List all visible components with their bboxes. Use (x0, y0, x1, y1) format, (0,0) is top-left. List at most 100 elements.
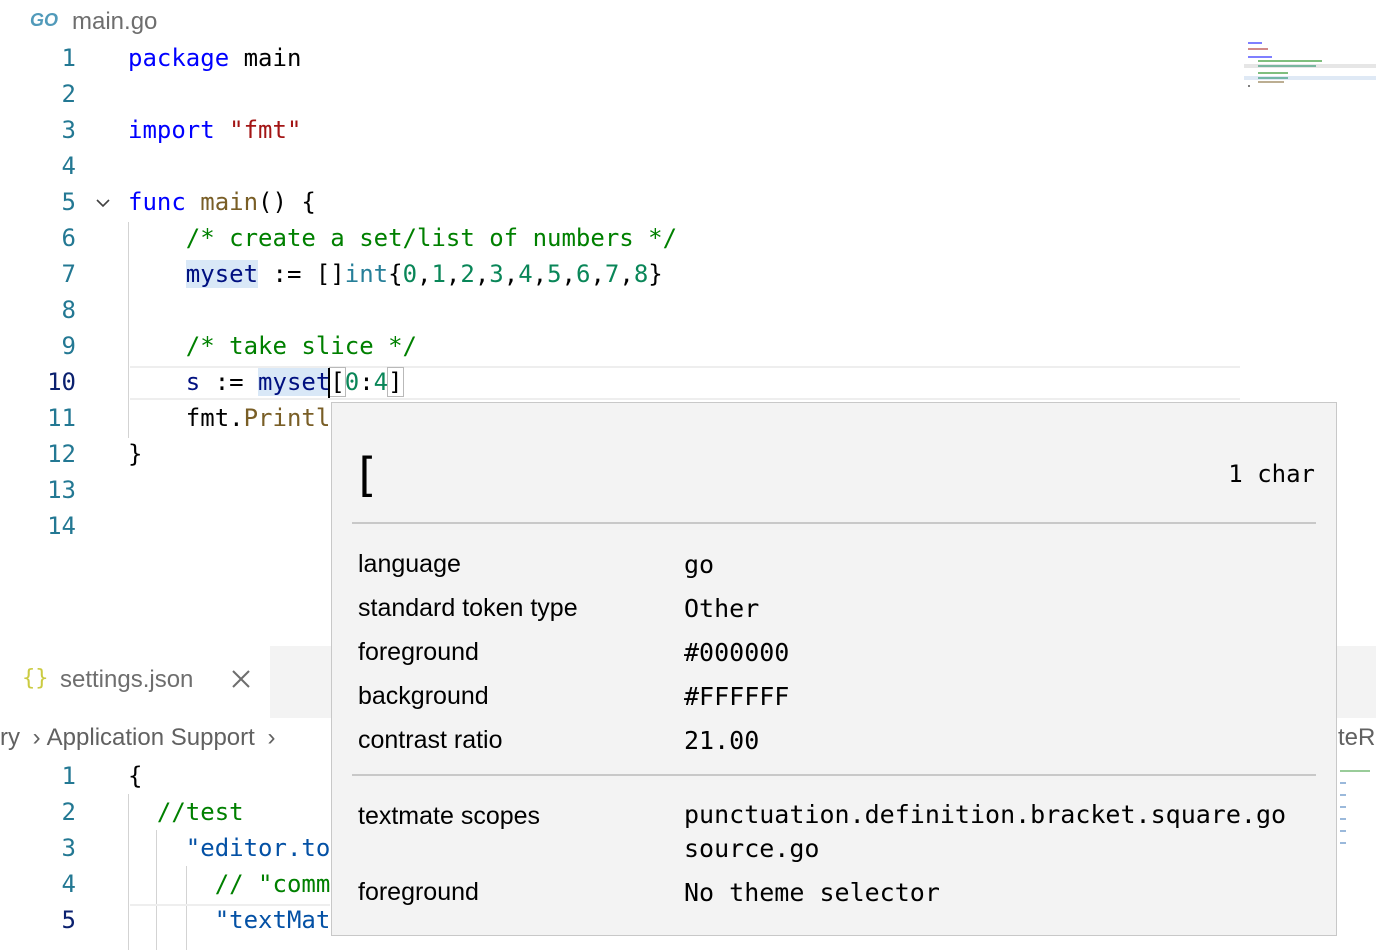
tab-main-go[interactable]: main.go (72, 8, 157, 36)
string-literal: "fmt" (229, 116, 302, 144)
text-cursor (328, 368, 330, 398)
number: 0 (402, 260, 418, 288)
brace: { (388, 260, 403, 288)
property-label: foreground (358, 638, 479, 666)
line-number: 1 (61, 44, 76, 72)
line-number: 11 (47, 404, 76, 432)
property-label: textmate scopes (358, 802, 541, 830)
property-label: contrast ratio (358, 726, 503, 754)
code-line[interactable]: /* take slice */ (128, 332, 417, 360)
line-number: 7 (61, 260, 76, 288)
breadcrumb-item[interactable]: ry (0, 724, 20, 751)
property-value: No theme selector (684, 878, 940, 907)
divider (352, 522, 1316, 524)
tab-label[interactable]: settings.json (60, 666, 193, 694)
property-label: language (358, 550, 461, 578)
brace: } (128, 440, 143, 468)
line-number: 4 (61, 152, 76, 180)
property-label: foreground (358, 878, 479, 906)
divider (352, 774, 1316, 776)
textmate-scope: punctuation.definition.bracket.square.go (684, 800, 1287, 829)
breadcrumb-item[interactable]: Application Support (47, 724, 255, 751)
property-label: background (358, 682, 489, 710)
brace: { (128, 762, 143, 790)
token-length: 1 char (1228, 460, 1315, 488)
line-number: 2 (61, 80, 76, 108)
comment: //test (156, 798, 244, 826)
property-value: Other (684, 594, 760, 623)
bracket-match: ] (387, 367, 404, 397)
code-line[interactable]: { (128, 762, 142, 790)
variable-highlighted: myset (185, 260, 259, 288)
code-text: := [] (258, 260, 345, 288)
code-text: main (229, 44, 302, 72)
property-value: 21.00 (684, 726, 760, 755)
code-line[interactable]: import "fmt" (128, 116, 301, 144)
property-label: standard token type (358, 594, 578, 622)
chevron-right-icon: › (267, 724, 276, 751)
number: 4 (373, 368, 389, 396)
code-line-current[interactable]: "textMat (128, 906, 331, 934)
function-name: Printl (243, 404, 331, 432)
code-text: () { (258, 188, 316, 216)
go-file-icon: GO (30, 10, 59, 30)
number: 0 (344, 368, 360, 396)
line-number: 3 (61, 116, 76, 144)
variable: s (185, 368, 201, 396)
line-number: 3 (61, 834, 76, 862)
package-name: fmt. (185, 404, 244, 432)
line-number-active: 5 (61, 906, 76, 934)
function-name: main (200, 188, 259, 216)
token-char: [ (352, 448, 380, 502)
code-line[interactable]: myset := []int{0,1,2,3,4,5,6,7,8} (128, 260, 663, 288)
line-number: 9 (61, 332, 76, 360)
code-line[interactable]: func main() { (128, 188, 316, 216)
breadcrumb-item[interactable]: teRu (1338, 724, 1376, 752)
json-braces-icon: {} (22, 666, 49, 691)
minimap[interactable] (1338, 768, 1376, 858)
chevron-down-icon[interactable] (96, 196, 110, 210)
number: 7 (604, 260, 620, 288)
comment: // "comm (214, 870, 331, 898)
code-line[interactable]: // "comm (128, 870, 331, 898)
line-number: 5 (61, 188, 76, 216)
minimap[interactable] (1244, 40, 1376, 110)
brace: } (648, 260, 663, 288)
line-number: 14 (47, 512, 76, 540)
comment: /* take slice */ (185, 332, 417, 360)
number: 5 (547, 260, 562, 288)
number: 4 (518, 260, 533, 288)
keyword: func (128, 188, 186, 216)
type-name: int (344, 260, 389, 288)
breadcrumb: ry › Application Support › (0, 724, 281, 760)
code-line[interactable]: "editor.to (128, 834, 331, 862)
code-line-current[interactable]: s := myset[0:4] (128, 367, 404, 397)
number: 8 (633, 260, 649, 288)
property-value: #000000 (684, 638, 790, 667)
code-line[interactable]: /* create a set/list of numbers */ (128, 224, 677, 252)
close-icon[interactable] (230, 668, 252, 690)
line-number: 4 (61, 870, 76, 898)
keyword: package (128, 44, 230, 72)
line-number: 2 (61, 798, 76, 826)
code-line[interactable]: //test (128, 798, 244, 826)
line-number-active: 10 (47, 368, 76, 396)
bracket-match: [ (329, 367, 346, 397)
code-text: : (359, 368, 374, 396)
number: 3 (489, 260, 504, 288)
line-number: 12 (47, 440, 76, 468)
json-key: "textMat (214, 906, 331, 934)
number: 2 (460, 260, 475, 288)
editor-tab-bar (0, 0, 1376, 42)
line-number: 1 (61, 762, 76, 790)
textmate-scope: source.go (684, 834, 820, 863)
code-line[interactable]: } (128, 440, 142, 468)
number: 6 (576, 260, 591, 288)
keyword: import (128, 116, 215, 144)
variable-highlighted: myset (258, 368, 331, 396)
property-value: #FFFFFF (684, 682, 790, 711)
line-number: 8 (61, 296, 76, 324)
code-line[interactable]: package main (128, 44, 301, 72)
code-line[interactable]: fmt.Printl (128, 404, 331, 432)
json-key: "editor.to (185, 834, 331, 862)
